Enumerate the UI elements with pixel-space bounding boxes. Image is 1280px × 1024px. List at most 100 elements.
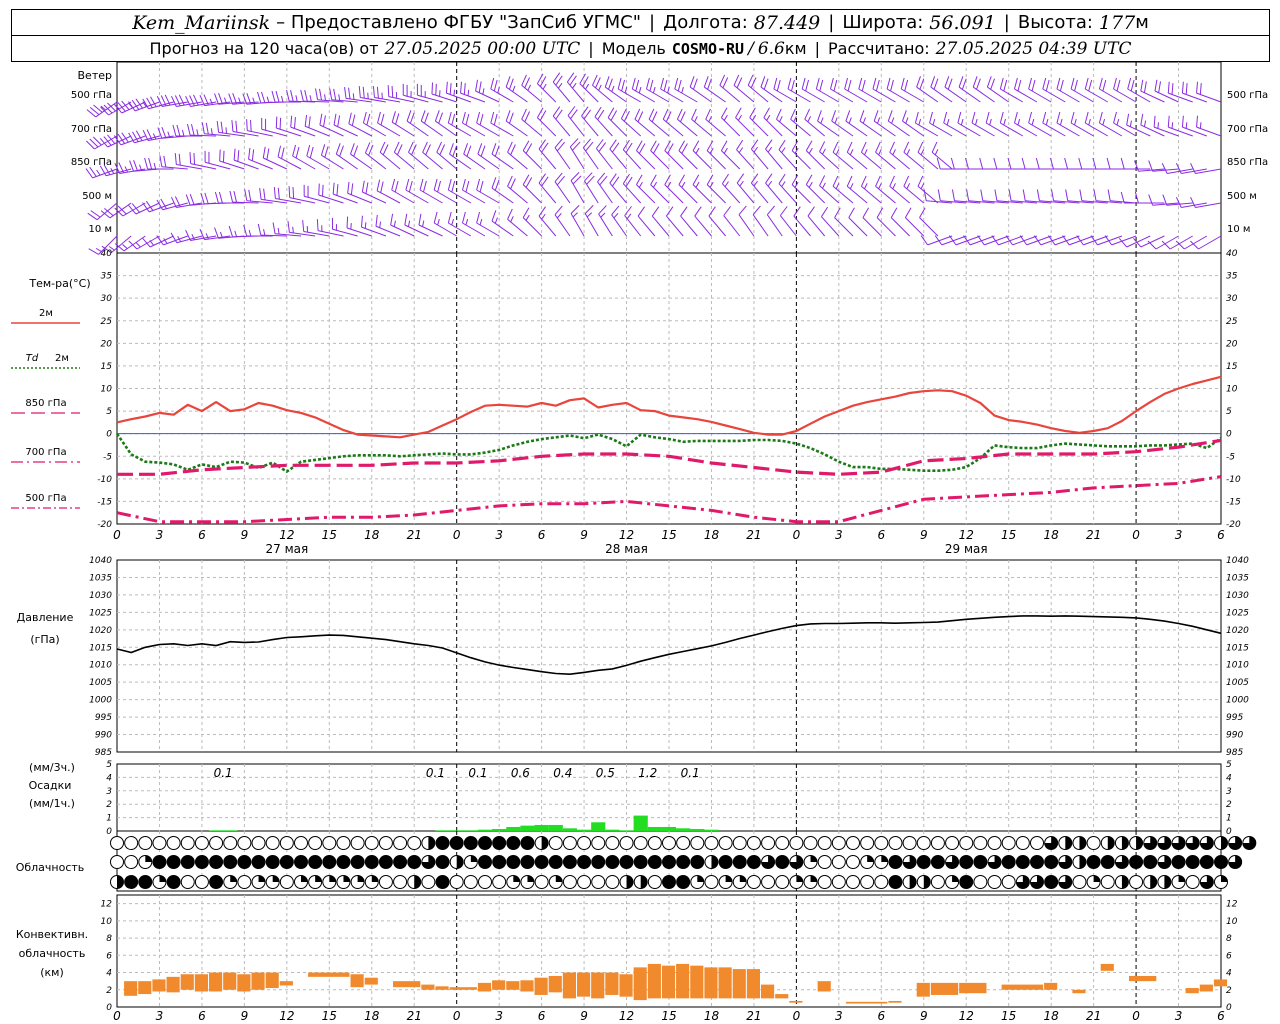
ytick-right-pres: 1000 — [1226, 696, 1249, 706]
wind-barb — [288, 186, 316, 204]
wind-barb — [779, 206, 797, 237]
wind-barb — [433, 211, 457, 237]
wind-barb-feather — [674, 77, 679, 90]
cloud-fill-full — [478, 855, 492, 869]
wind-barb-halffeather — [918, 118, 922, 126]
conv-cloud-bar — [393, 981, 421, 988]
cloud-cover-symbol — [1072, 855, 1087, 869]
wind-barb — [476, 111, 500, 137]
wind-barb — [1190, 196, 1222, 209]
conv-cloud-bar — [492, 980, 506, 990]
wind-barb-feather — [749, 107, 756, 118]
cloud-cover-symbol — [138, 875, 153, 889]
xtick-label-temp: 3 — [156, 528, 164, 542]
ytick-right-temp: -20 — [1226, 520, 1241, 530]
wind-barb — [100, 101, 132, 116]
wind-barb — [872, 77, 896, 103]
wind-barb — [1013, 111, 1038, 137]
wind-barb-feather — [833, 79, 838, 92]
wind-barb-feather — [218, 191, 223, 204]
wind-barb-feather — [776, 108, 782, 120]
cloud-fill-full — [747, 855, 761, 869]
pressure-axis-label: Давление — [17, 611, 74, 624]
wind-barb-feather — [295, 146, 300, 159]
cloud-cover-symbol — [449, 875, 464, 889]
wind-barb-feather — [943, 111, 948, 124]
cloud-cover-symbol — [279, 836, 294, 850]
cloud-cover-symbol — [265, 855, 280, 869]
wind-barb — [689, 76, 712, 103]
wind-barb-feather — [635, 79, 640, 92]
cloud-cover-symbol — [562, 855, 577, 869]
wind-barb-halffeather — [1088, 118, 1091, 126]
wind-barb — [664, 140, 684, 170]
cloud-circle — [378, 875, 393, 889]
cloud-cover-symbol — [194, 855, 209, 869]
cloud-cover-symbol — [619, 836, 634, 850]
cloud-cover-symbol — [930, 836, 945, 850]
ytick-left-temp: 25 — [101, 317, 113, 327]
ytick-right-pres: 1015 — [1226, 643, 1249, 653]
cloud-fill-full — [478, 836, 492, 850]
cloud-cover-symbol — [633, 836, 648, 850]
wind-barb-feather — [507, 175, 513, 187]
cloud-cover-symbol — [110, 836, 124, 850]
wind-barb-feather — [1148, 160, 1154, 172]
cloud-fill-partial — [1150, 875, 1157, 889]
wind-barb-halffeather — [1129, 120, 1132, 127]
cloud-fill-full — [365, 855, 379, 869]
wind-barb-feather — [819, 141, 826, 152]
xtick-label-conv: 6 — [877, 1009, 885, 1023]
wind-barb-halffeather — [626, 213, 632, 219]
cloud-cover-symbol — [435, 875, 450, 889]
cloud-fill-partial — [796, 875, 803, 882]
wind-barb-feather — [986, 76, 992, 88]
cloud-cover-symbol — [1171, 855, 1186, 869]
cloud-fill-full — [138, 875, 152, 889]
wind-barb-halffeather — [934, 149, 939, 156]
wind-barb — [1098, 111, 1123, 137]
wind-barb-halffeather — [862, 117, 866, 124]
cloud-cover-symbol — [1228, 836, 1243, 850]
wind-barb-feather — [439, 144, 446, 156]
wind-barb — [287, 221, 316, 237]
wind-barb-shaft — [738, 214, 755, 237]
wind-barb — [766, 205, 783, 237]
cloud-cover-symbol — [860, 855, 875, 869]
wind-barb-feather — [521, 108, 527, 120]
wind-barb — [624, 206, 642, 237]
wind-barb-feather — [190, 124, 195, 136]
wind-barb-halffeather — [781, 181, 786, 187]
xtick-label-temp: 6 — [877, 528, 885, 542]
wind-barb-halffeather — [905, 117, 909, 124]
cloud-fill-partial — [952, 875, 959, 882]
xtick-label-conv: 3 — [495, 1009, 503, 1023]
wind-barb — [1140, 113, 1165, 137]
precip-3h-amount: 0.5 — [596, 766, 615, 780]
cloud-cover-symbol — [251, 836, 266, 850]
wind-barb — [1056, 77, 1080, 103]
wind-barb — [567, 106, 585, 137]
cloud-cover-symbol — [378, 875, 393, 889]
cloud-cover-symbol — [577, 855, 592, 869]
wind-barb — [609, 173, 627, 204]
ytick-left-temp: -20 — [97, 520, 112, 530]
wind-barb — [170, 232, 203, 244]
wind-barb — [1154, 79, 1179, 103]
cloud-cover-symbol — [223, 875, 238, 889]
cloud-cover-symbol — [761, 836, 776, 850]
conv-cloud-bar — [690, 965, 704, 999]
wind-barb — [347, 181, 372, 204]
wind-barb-halffeather — [364, 222, 367, 229]
cloud-cover-symbol — [463, 855, 478, 869]
cloud-cover-symbol — [223, 836, 238, 850]
wind-barb-shaft — [694, 215, 712, 237]
wind-barb — [801, 77, 825, 103]
wind-barb-halffeather — [248, 229, 252, 237]
wind-barb-feather — [708, 206, 716, 217]
cloud-cover-symbol — [789, 875, 804, 889]
xtick-label-temp: 21 — [407, 528, 422, 542]
wind-barb-feather — [375, 214, 378, 227]
wind-barb-feather — [1042, 77, 1047, 90]
wind-barb — [957, 111, 981, 137]
